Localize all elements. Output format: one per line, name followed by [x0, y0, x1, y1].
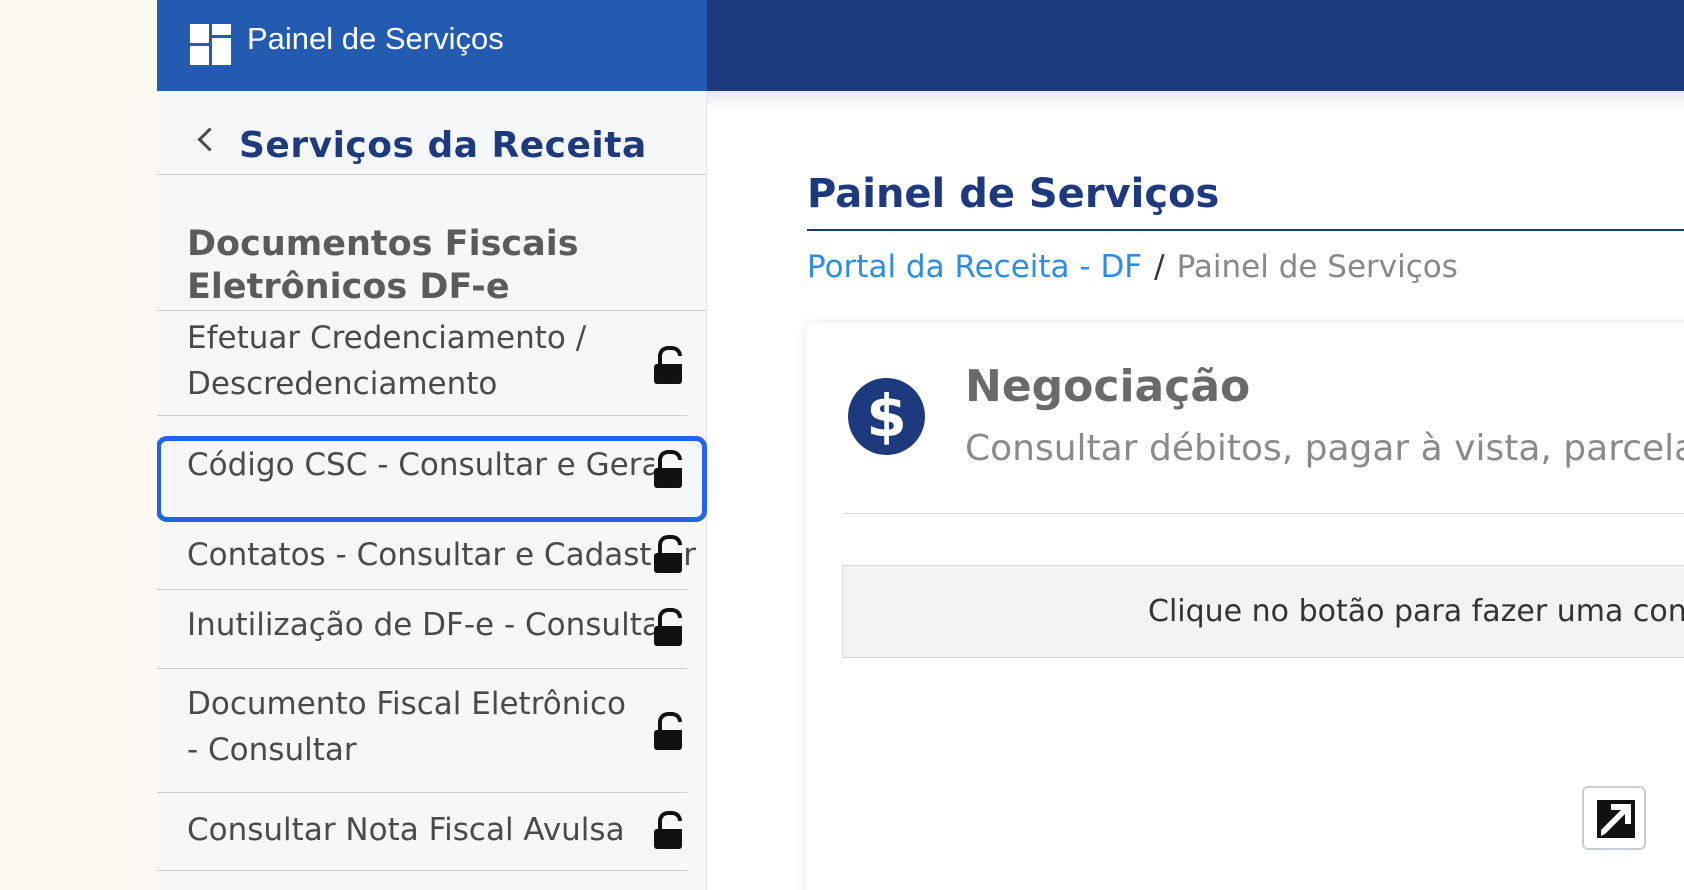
top-bar: Painel de Serviços: [157, 0, 1684, 91]
dashboard-icon: [190, 24, 231, 65]
unlock-icon: [654, 535, 682, 573]
dollar-icon: $: [848, 378, 925, 455]
sidebar-item-label: Documento Fiscal Eletrônico - Consultar: [187, 686, 626, 768]
unlock-icon: [654, 608, 682, 646]
sidebar: Serviços da Receita Documentos Fiscais E…: [157, 91, 707, 890]
brand-area[interactable]: Painel de Serviços: [157, 0, 707, 91]
sidebar-item-contatos[interactable]: Contatos - Consultar e Cadastrar: [157, 522, 696, 590]
sidebar-item-label: Consultar Nota Fiscal Avulsa: [187, 812, 625, 848]
chevron-left-icon: [197, 127, 222, 152]
back-label: Serviços da Receita: [239, 125, 647, 166]
sidebar-item-inutilizacao[interactable]: Inutilização de DF-e - Consultar: [157, 590, 687, 669]
sidebar-item-label: Inutilização de DF-e - Consultar: [187, 607, 674, 643]
page-title: Painel de Serviços: [807, 171, 1220, 217]
arrow-up-right-icon: [1601, 804, 1631, 836]
sidebar-item-documento-fiscal[interactable]: Documento Fiscal Eletrônico - Consultar: [157, 669, 687, 793]
service-card: $ Negociação Consultar débitos, pagar à …: [807, 323, 1684, 890]
open-external-button[interactable]: [1582, 786, 1646, 850]
consult-button-label: Clique no botão para fazer uma consu: [1148, 594, 1684, 629]
back-link[interactable]: Serviços da Receita: [157, 91, 706, 175]
card-title: Negociação: [965, 361, 1251, 412]
section-title: Documentos Fiscais Eletrônicos DF-e: [187, 224, 579, 307]
unlock-icon: [654, 346, 682, 384]
breadcrumb: Portal da Receita - DF / Painel de Serviço…: [807, 249, 1458, 285]
breadcrumb-current: Painel de Serviços: [1176, 249, 1458, 285]
breadcrumb-link[interactable]: Portal da Receita - DF: [807, 249, 1142, 285]
main-content: Painel de Serviços Portal da Receita - D…: [707, 91, 1684, 890]
sidebar-item-label: Efetuar Credenciamento / Descredenciamen…: [187, 320, 587, 402]
sidebar-item-credenciamento[interactable]: Efetuar Credenciamento / Descredenciamen…: [157, 311, 687, 416]
sidebar-item-nota-fiscal-avulsa[interactable]: Consultar Nota Fiscal Avulsa: [157, 793, 687, 871]
selection-highlight: [157, 436, 707, 522]
app-window: Painel de Serviços Serviços da Receita D…: [157, 0, 1684, 890]
header-shadow: [707, 91, 1684, 111]
card-subtitle: Consultar débitos, pagar à vista, parcel…: [965, 428, 1684, 469]
header-title: Painel de Serviços: [247, 21, 504, 56]
sidebar-item-label: Contatos - Consultar e Cadastrar: [187, 537, 697, 573]
unlock-icon: [654, 811, 682, 849]
card-divider: [842, 513, 1684, 514]
title-divider: [807, 229, 1684, 231]
consult-button[interactable]: Clique no botão para fazer uma consu: [842, 565, 1684, 658]
unlock-icon: [654, 712, 682, 750]
breadcrumb-separator: /: [1154, 249, 1165, 285]
